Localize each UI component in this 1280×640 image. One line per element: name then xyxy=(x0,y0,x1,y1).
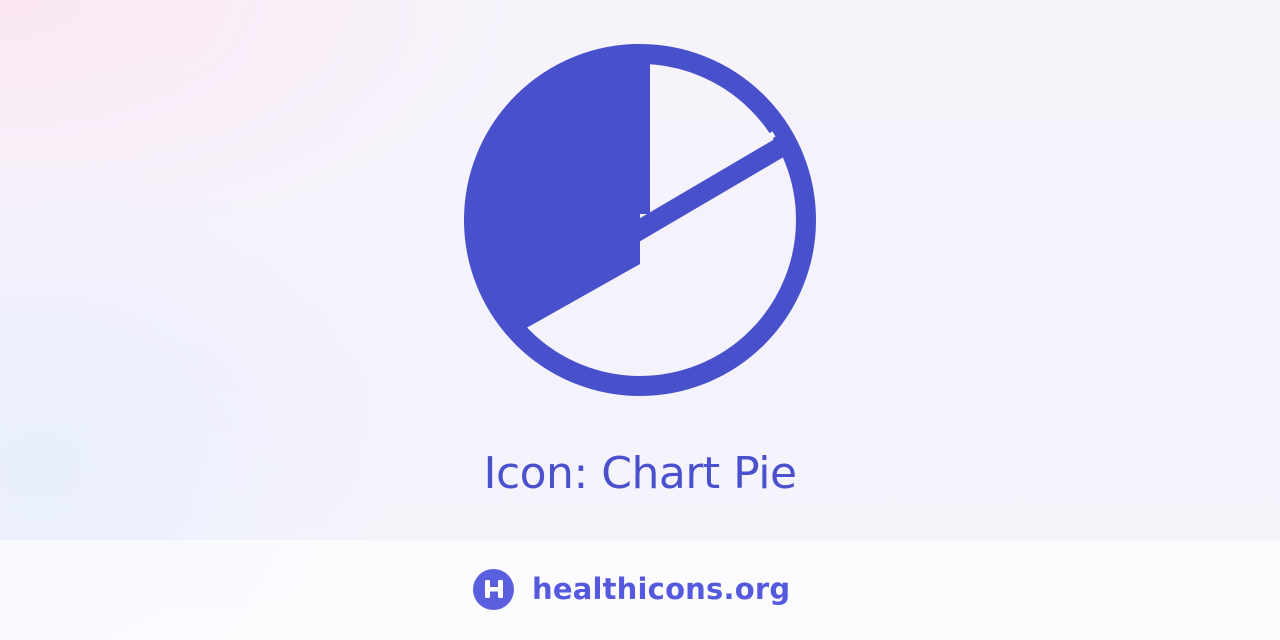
chart-pie-icon xyxy=(464,44,816,396)
brand-link[interactable]: healthicons.org xyxy=(473,568,790,610)
healthicons-logo-icon xyxy=(473,568,514,610)
brand-name: healthicons.org xyxy=(532,572,791,606)
page-title: Icon: Chart Pie xyxy=(483,448,797,499)
